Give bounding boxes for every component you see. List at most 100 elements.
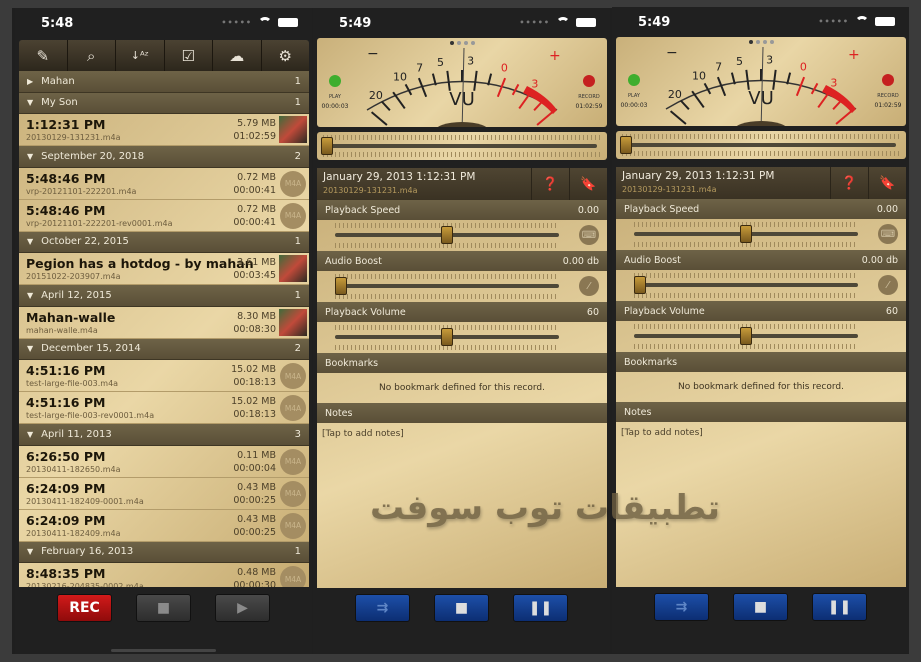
notes-header: Notes <box>616 402 906 422</box>
keyboard-icon[interactable]: ⌨ <box>579 225 599 245</box>
signal-icon: ••••• <box>519 17 550 27</box>
playback_speed-slider[interactable]: ⌨ <box>317 220 607 251</box>
repeat-button[interactable]: ⇉ <box>355 594 410 622</box>
item-size: 15.02 MB <box>231 364 276 375</box>
audio_boost-slider[interactable]: ⁄ <box>616 270 906 301</box>
item-filename: 20130411-182409-0001.m4a <box>26 496 144 506</box>
search-button[interactable]: ⌕ <box>68 40 116 71</box>
list-item[interactable]: 6:24:09 PM 20130411-182409-0001.m4a 0.43 M… <box>19 478 309 510</box>
stop-button[interactable]: ■ <box>733 593 788 621</box>
slider-knob[interactable] <box>634 276 646 294</box>
m4a-badge: M4A <box>280 448 306 475</box>
audio_boost-value: 0.00 db <box>562 255 599 267</box>
settings-button[interactable]: ⚙ <box>262 40 310 71</box>
wand-icon[interactable]: ⁄ <box>579 276 599 296</box>
stop-button[interactable]: ■ <box>136 594 191 622</box>
group-header[interactable]: ▼ February 16, 2013 1 <box>19 541 309 563</box>
page-dot <box>471 41 475 45</box>
seek-knob[interactable] <box>321 137 333 155</box>
group-header[interactable]: ▼ April 11, 2013 3 <box>19 424 309 446</box>
list-item[interactable]: Mahan-walle mahan-walle.m4a 8.30 MB 00:08:3… <box>19 307 309 339</box>
player-screen: 5:49 ••••• 20 10 7 5 3 0 3 − + VU PLAY 00:00:03… <box>313 8 610 654</box>
group-header[interactable]: ▼ October 22, 2015 1 <box>19 231 309 253</box>
seek-knob[interactable] <box>620 136 632 154</box>
vu-scale-label: 5 <box>736 55 743 68</box>
record-datetime: January 29, 2013 1:12:31 PM <box>622 170 775 182</box>
vu-label: VU <box>748 88 774 109</box>
audio_boost-value: 0.00 db <box>861 254 898 266</box>
group-header[interactable]: ▶ Mahan 1 <box>19 71 309 93</box>
list-item[interactable]: Pegion has a hotdog - by mahan 20151022-2… <box>19 253 309 285</box>
list-item[interactable]: 8:48:35 PM 20130216-204835-0002.m4a 0.48 M… <box>19 563 309 587</box>
stop-button[interactable]: ■ <box>434 594 489 622</box>
list-item[interactable]: 6:24:09 PM 20130411-182409.m4a 0.43 MB 00:0… <box>19 510 309 542</box>
group-title: October 22, 2015 <box>41 236 129 248</box>
slider-knob[interactable] <box>740 225 752 243</box>
record-button[interactable]: REC <box>57 594 112 622</box>
select-button[interactable]: ☑ <box>165 40 213 71</box>
checkbox-icon: ☑ <box>181 46 195 65</box>
playback_speed-header: Playback Speed 0.00 <box>616 199 906 219</box>
vu-scale-label: 20 <box>668 88 682 101</box>
item-duration: 00:00:30 <box>233 580 276 587</box>
bookmark-button[interactable]: 🔖 <box>868 167 906 199</box>
bookmark-button[interactable]: 🔖 <box>569 168 607 200</box>
triangle-down-icon: ▼ <box>27 290 34 300</box>
slider-knob[interactable] <box>335 277 347 295</box>
vu-scale-label: 5 <box>437 56 444 69</box>
slider-knob[interactable] <box>441 328 453 346</box>
playback_volume-header: Playback Volume 60 <box>317 302 607 322</box>
keyboard-icon[interactable]: ⌨ <box>878 224 898 244</box>
help-button[interactable]: ❓ <box>531 168 569 200</box>
vu-meter[interactable]: 20 10 7 5 3 0 3 − + VU PLAY 00:00:03 RECORD 01… <box>616 37 906 126</box>
seek-slider[interactable] <box>616 131 906 159</box>
search-icon: ⌕ <box>87 46 96 65</box>
group-header[interactable]: ▼ September 20, 2018 2 <box>19 146 309 168</box>
wand-icon[interactable]: ⁄ <box>878 275 898 295</box>
slider-knob[interactable] <box>740 327 752 345</box>
playback_speed-slider[interactable]: ⌨ <box>616 219 906 250</box>
item-size: 5.79 MB <box>237 118 276 129</box>
record-led-icon <box>882 74 894 86</box>
playback_volume-slider[interactable] <box>317 322 607 353</box>
list-item[interactable]: 4:51:16 PM test-large-file-003.m4a 15.02 M… <box>19 360 309 392</box>
playback_volume-header: Playback Volume 60 <box>616 301 906 321</box>
help-icon: ❓ <box>841 175 858 191</box>
compose-button[interactable]: ✎ <box>19 40 68 71</box>
group-header[interactable]: ▼ December 15, 2014 2 <box>19 338 309 360</box>
group-title: February 16, 2013 <box>41 546 134 558</box>
list-item[interactable]: 4:51:16 PM test-large-file-003-rev0001.m4… <box>19 392 309 424</box>
list-item[interactable]: 5:48:46 PM vrp-20121101-222201.m4a 0.72 MB… <box>19 168 309 200</box>
pause-button[interactable]: ❚❚ <box>513 594 568 622</box>
playback_volume-slider[interactable] <box>616 321 906 352</box>
bookmarks-empty-message: No bookmark defined for this record. <box>678 382 844 392</box>
item-size: 0.72 MB <box>237 171 276 183</box>
repeat-button[interactable]: ⇉ <box>654 593 709 621</box>
m4a-badge: M4A <box>280 170 306 197</box>
status-bar: 5:48 ••••• <box>15 8 312 38</box>
player-controls: Playback Speed 0.00 ⌨ Audio Boost 0.00 db ⁄… <box>616 199 906 587</box>
item-duration: 00:00:41 <box>233 184 276 196</box>
bookmarks-label: Bookmarks <box>325 357 379 369</box>
slider-knob[interactable] <box>441 226 453 244</box>
item-filename: vrp-20121101-222201-rev0001.m4a <box>26 218 173 228</box>
vu-plus: + <box>848 47 860 63</box>
seek-slider[interactable] <box>317 132 607 160</box>
vu-meter[interactable]: 20 10 7 5 3 0 3 − + VU PLAY 00:00:03 RECORD 01… <box>317 38 607 127</box>
play-button[interactable]: ▶ <box>215 594 270 622</box>
list-item[interactable]: 6:26:50 PM 20130411-182650.m4a 0.11 MB 00:0… <box>19 446 309 478</box>
group-header[interactable]: ▼ My Son 1 <box>19 92 309 114</box>
help-button[interactable]: ❓ <box>830 167 868 199</box>
item-title: 4:51:16 PM <box>26 363 106 378</box>
list-item[interactable]: 5:48:46 PM vrp-20121101-222201-rev0001.m4… <box>19 200 309 232</box>
list-item[interactable]: 1:12:31 PM 20130129-131231.m4a 5.79 MB 01:0… <box>19 114 309 146</box>
pause-button[interactable]: ❚❚ <box>812 593 867 621</box>
play-led-icon <box>628 74 640 86</box>
cloud-button[interactable]: ☁ <box>213 40 262 71</box>
compose-icon: ✎ <box>36 46 50 65</box>
item-size: 0.48 MB <box>237 567 276 578</box>
group-header[interactable]: ▼ April 12, 2015 1 <box>19 285 309 307</box>
recordings-list[interactable]: ▶ Mahan 1 ▼ My Son 1 1:12:31 PM 20130129-131231… <box>19 71 309 587</box>
sort-button[interactable]: ↓ᴬᶻ <box>116 40 165 71</box>
audio_boost-slider[interactable]: ⁄ <box>317 271 607 302</box>
